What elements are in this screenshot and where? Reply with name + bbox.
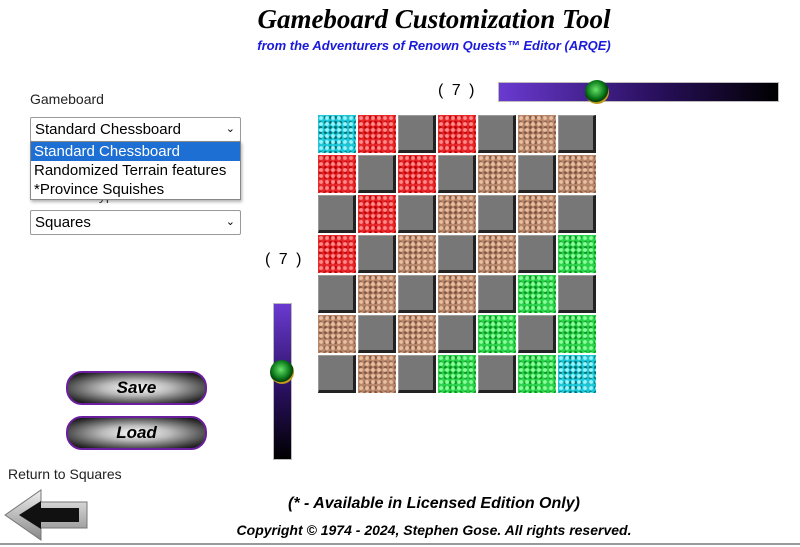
board-cell-gray[interactable] [318, 195, 356, 233]
cell-type-select[interactable]: Squares ⌄ [30, 210, 241, 235]
board-cell-brown[interactable] [318, 315, 356, 353]
dropdown-option-randomized-terrain[interactable]: Randomized Terrain features [31, 161, 240, 180]
divider [0, 543, 800, 545]
board-cell-red[interactable] [318, 155, 356, 193]
board-cell-gray[interactable] [558, 115, 596, 153]
board-cell-cyan[interactable] [558, 355, 596, 393]
gameboard-select-value: Standard Chessboard [35, 121, 181, 138]
board-cell-gray[interactable] [438, 315, 476, 353]
board-cell-brown[interactable] [438, 195, 476, 233]
columns-count: ( 7 ) [438, 82, 477, 99]
board-cell-green[interactable] [438, 355, 476, 393]
rows-count: ( 7 ) [265, 251, 304, 268]
board-cell-green[interactable] [478, 315, 516, 353]
board-cell-gray[interactable] [478, 115, 516, 153]
board-cell-gray[interactable] [398, 115, 436, 153]
board-cell-gray[interactable] [398, 275, 436, 313]
board-cell-brown[interactable] [518, 115, 556, 153]
board-cell-gray[interactable] [318, 355, 356, 393]
board-cell-gray[interactable] [318, 275, 356, 313]
board-cell-brown[interactable] [558, 155, 596, 193]
board-cell-brown[interactable] [398, 315, 436, 353]
board-cell-cyan[interactable] [318, 115, 356, 153]
gameboard-dropdown-list: Standard Chessboard Randomized Terrain f… [30, 141, 241, 200]
load-button[interactable]: Load [66, 416, 207, 450]
board-cell-red[interactable] [358, 115, 396, 153]
board-cell-red[interactable] [398, 155, 436, 193]
board-cell-brown[interactable] [478, 235, 516, 273]
board-cell-brown[interactable] [518, 195, 556, 233]
board-cell-gray[interactable] [438, 235, 476, 273]
gameboard-label: Gameboard [30, 91, 104, 107]
page-subtitle: from the Adventurers of Renown Quests™ E… [257, 38, 611, 53]
board-cell-gray[interactable] [518, 235, 556, 273]
board-cell-gray[interactable] [398, 195, 436, 233]
board-cell-gray[interactable] [358, 155, 396, 193]
board-cell-gray[interactable] [558, 195, 596, 233]
board-cell-red[interactable] [318, 235, 356, 273]
board-cell-gray[interactable] [398, 355, 436, 393]
board-cell-green[interactable] [518, 355, 556, 393]
board-cell-gray[interactable] [518, 155, 556, 193]
board-cell-brown[interactable] [438, 275, 476, 313]
rows-slider-thumb[interactable] [270, 360, 294, 384]
board-cell-green[interactable] [518, 275, 556, 313]
board-cell-red[interactable] [438, 115, 476, 153]
dropdown-option-standard-chessboard[interactable]: Standard Chessboard [31, 142, 240, 161]
board-cell-brown[interactable] [358, 355, 396, 393]
board-cell-green[interactable] [558, 315, 596, 353]
board-cell-gray[interactable] [358, 235, 396, 273]
chevron-down-icon: ⌄ [225, 123, 235, 135]
board-cell-brown[interactable] [478, 155, 516, 193]
chevron-down-icon: ⌄ [225, 216, 235, 228]
board-cell-gray[interactable] [478, 195, 516, 233]
cell-type-select-value: Squares [35, 214, 91, 231]
return-label[interactable]: Return to Squares [8, 466, 122, 482]
gameboard-select[interactable]: Standard Chessboard ⌄ [30, 117, 241, 142]
save-button[interactable]: Save [66, 371, 207, 405]
gameboard-grid [318, 115, 598, 395]
page-title: Gameboard Customization Tool [257, 4, 611, 34]
board-cell-brown[interactable] [398, 235, 436, 273]
licensed-edition-note: (* - Available in Licensed Edition Only) [288, 495, 580, 512]
board-cell-gray[interactable] [478, 275, 516, 313]
board-cell-gray[interactable] [358, 315, 396, 353]
board-cell-gray[interactable] [478, 355, 516, 393]
columns-slider[interactable] [498, 82, 779, 102]
copyright: Copyright © 1974 - 2024, Stephen Gose. A… [236, 522, 632, 538]
board-cell-green[interactable] [558, 235, 596, 273]
board-cell-gray[interactable] [438, 155, 476, 193]
board-cell-red[interactable] [358, 195, 396, 233]
dropdown-option-province-squishes[interactable]: *Province Squishes [31, 180, 240, 199]
board-cell-brown[interactable] [358, 275, 396, 313]
board-cell-gray[interactable] [558, 275, 596, 313]
board-cell-gray[interactable] [518, 315, 556, 353]
columns-slider-thumb[interactable] [585, 80, 609, 104]
